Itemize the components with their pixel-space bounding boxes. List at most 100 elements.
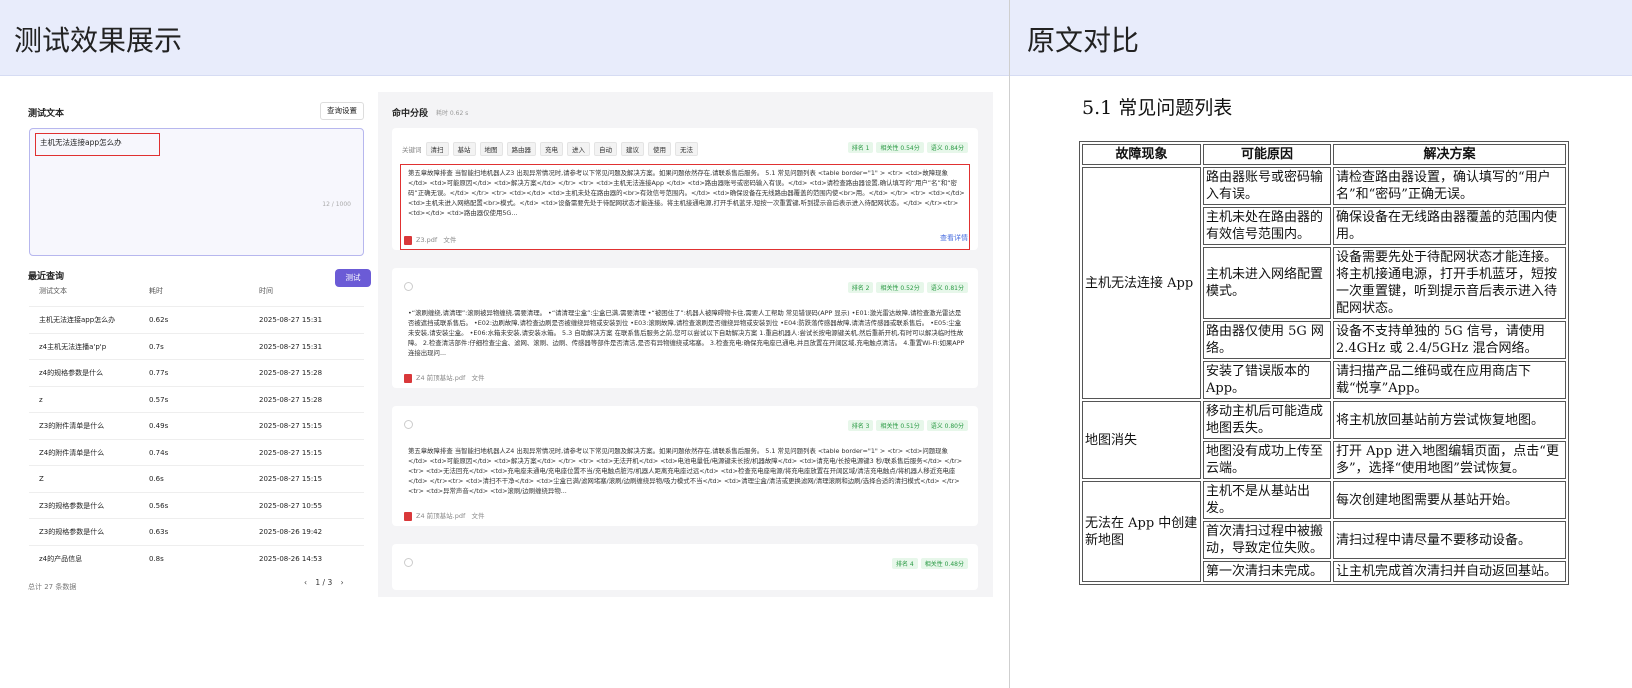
keyword-tag: 自动 xyxy=(594,142,617,156)
view-detail-link[interactable]: 查看详情 xyxy=(940,233,968,243)
rank-badge: 排名 1 xyxy=(847,142,874,153)
hit-file: Z4 前顶基站.pdf 文件 xyxy=(404,510,484,521)
row-query-text: Z3的规格参数是什么 xyxy=(39,528,105,536)
left-panel: 测试文本 查询设置 主机无法连接app怎么办 12 / 1000 测试 最近查询… xyxy=(14,92,378,597)
col-header-time: 耗时 xyxy=(149,287,163,295)
query-settings-button[interactable]: 查询设置 xyxy=(320,102,364,120)
keywords-label: 关键词 xyxy=(402,146,422,154)
right-banner: 原文对比 xyxy=(1010,0,1632,76)
row-duration: 0.7s xyxy=(149,342,164,351)
char-counter: 12 / 1000 xyxy=(322,201,351,208)
recent-query-row[interactable]: z4主机无法连播a'p'p 0.7s 2025-08-27 15:31 xyxy=(29,332,364,359)
hit-file: Z4 前顶基站.pdf 文件 xyxy=(404,372,484,383)
file-type: 文件 xyxy=(471,512,485,520)
next-page-icon[interactable]: › xyxy=(341,578,344,587)
cell-solution: 每次创建地图需要从基站开始。 xyxy=(1333,481,1566,519)
recent-query-row[interactable]: Z4的附件清单是什么 0.74s 2025-08-27 15:15 xyxy=(29,438,364,465)
cell-solution: 请扫描产品二维码或在应用商店下载“悦享”App。 xyxy=(1333,361,1566,399)
score-badges: 排名 2 相关性 0.52分 语义 0.81分 xyxy=(845,282,968,293)
row-timestamp: 2025-08-27 15:31 xyxy=(259,342,323,351)
cell-cause: 路由器账号或密码输入有误。 xyxy=(1203,167,1331,205)
hits-panel: 命中分段 耗时 0.62 s 关键词 清扫 基站 地图 路由器 充电 进入 自动 建议 使用 无法 … xyxy=(392,92,993,597)
file-type: 文件 xyxy=(471,374,485,382)
cell-cause: 地图没有成功上传至云端。 xyxy=(1203,441,1331,479)
original-table-row: 地图消失 移动主机后可能造成地图丢失。 将主机放回基站前方尝试恢复地图。 xyxy=(1082,401,1566,479)
rank-badge: 排名 4 xyxy=(891,558,918,569)
cell-solution: 设备需要先处于待配网状态才能连接。将主机接通电源，打开手机蓝牙，短按一次重置键，… xyxy=(1333,247,1566,319)
score-badges: 排名 4 相关性 0.48分 xyxy=(889,558,968,569)
query-highlight-box xyxy=(35,133,160,156)
query-input[interactable]: 主机无法连接app怎么办 12 / 1000 测试 xyxy=(29,128,371,287)
cell-phenomenon: 主机无法连接 App xyxy=(1082,167,1201,399)
score-badges: 排名 1 相关性 0.54分 语义 0.84分 xyxy=(845,142,968,153)
hit-card: 排名 4 相关性 0.48分 xyxy=(392,544,978,590)
row-timestamp: 2025-08-26 14:53 xyxy=(259,554,323,563)
original-section-title: 5.1 常见问题列表 xyxy=(1082,97,1233,119)
header-cause: 可能原因 xyxy=(1203,144,1331,165)
test-button[interactable]: 测试 xyxy=(335,269,371,287)
relevance-badge: 相关性 0.51分 xyxy=(876,420,924,431)
pdf-icon xyxy=(404,373,412,383)
row-timestamp: 2025-08-27 10:55 xyxy=(259,501,323,510)
left-banner: 测试效果展示 xyxy=(0,0,1009,76)
row-duration: 0.62s xyxy=(149,316,169,324)
recent-query-row[interactable]: Z3的规格参数是什么 0.56s 2025-08-27 10:55 xyxy=(29,491,364,518)
keyword-tag: 使用 xyxy=(648,142,671,156)
keyword-tag: 建议 xyxy=(621,142,644,156)
rank-badge: 排名 3 xyxy=(847,420,874,431)
score-badges: 排名 3 相关性 0.51分 语义 0.80分 xyxy=(845,420,968,431)
recent-query-row[interactable]: 主机无法连接app怎么办 0.62s 2025-08-27 15:31 xyxy=(29,306,364,332)
row-query-text: 主机无法连接app怎么办 xyxy=(39,316,116,324)
total-count: 总计 27 条数据 xyxy=(28,583,77,591)
original-table: 故障现象 可能原因 解决方案 主机无法连接 App 路由器账号或密码输入有误。 请检… xyxy=(1079,141,1569,585)
recent-query-row[interactable]: Z 0.6s 2025-08-27 15:15 xyxy=(29,465,364,491)
cell-solution: 设备不支持单独的 5G 信号，请使用 2.4GHz 或 2.4/5GHz 混合网… xyxy=(1333,321,1566,359)
recent-query-row[interactable]: Z3的附件清单是什么 0.49s 2025-08-27 15:15 xyxy=(29,412,364,438)
hit-snippet: 第五章故障排查 当智能扫地机器人Z3 出现异常情况时,请参考以下常见问题及解决方… xyxy=(408,169,965,217)
recent-queries-title: 最近查询 xyxy=(28,272,65,282)
row-timestamp: 2025-08-27 15:28 xyxy=(259,369,323,377)
cell-solution: 将主机放回基站前方尝试恢复地图。 xyxy=(1333,401,1566,439)
hit-card: 关键词 清扫 基站 地图 路由器 充电 进入 自动 建议 使用 无法 排名 1 相关性 0.54分 语义… xyxy=(392,128,978,250)
cell-cause: 路由器仅使用 5G 网络。 xyxy=(1203,321,1331,359)
row-query-text: Z3的规格参数是什么 xyxy=(39,501,105,510)
row-duration: 0.8s xyxy=(149,554,164,563)
row-query-text: z xyxy=(39,395,43,404)
row-timestamp: 2025-08-27 15:15 xyxy=(259,422,323,430)
cell-phenomenon: 无法在 App 中创建新地图 xyxy=(1082,481,1201,582)
recent-query-row[interactable]: z4的规格参数是什么 0.77s 2025-08-27 15:28 xyxy=(29,359,364,385)
row-query-text: Z4的附件清单是什么 xyxy=(39,448,105,457)
relevance-badge: 相关性 0.52分 xyxy=(876,282,924,293)
header-phenomenon: 故障现象 xyxy=(1082,144,1201,165)
page-indicator: 1 / 3 xyxy=(315,578,333,587)
row-query-text: Z xyxy=(39,475,44,483)
header-solution: 解决方案 xyxy=(1333,144,1566,165)
cell-solution: 让主机完成首次清扫并自动返回基站。 xyxy=(1333,561,1566,582)
cell-phenomenon: 地图消失 xyxy=(1082,401,1201,479)
right-banner-title: 原文对比 xyxy=(1027,24,1140,57)
app-screenshot: 测试文本 查询设置 主机无法连接app怎么办 12 / 1000 测试 最近查询… xyxy=(14,92,993,597)
hit-snippet: 第五章故障排查 当智能扫地机器人Z4 出现异常情况时,请参考以下常见问题及解决方… xyxy=(408,447,963,495)
recent-query-row[interactable]: Z3的规格参数是什么 0.63s 2025-08-26 19:42 xyxy=(29,518,364,544)
row-query-text: z4的产品信息 xyxy=(39,554,83,563)
vertical-divider xyxy=(1009,0,1010,688)
prev-page-icon[interactable]: ‹ xyxy=(304,578,307,587)
keyword-tag: 充电 xyxy=(540,142,563,156)
keyword-tag: 清扫 xyxy=(425,142,449,156)
hit-snippet: •“滚刷缠绕,请清理”:滚刷被异物缠绕,需要清理。 •“请清理尘盒”:尘盒已满,… xyxy=(408,309,965,357)
keyword-list: 关键词 清扫 基站 地图 路由器 充电 进入 自动 建议 使用 无法 xyxy=(402,142,698,156)
keyword-tag: 路由器 xyxy=(506,142,536,156)
recent-query-row[interactable]: z4的产品信息 0.8s 2025-08-26 14:53 xyxy=(29,544,364,571)
row-query-text: z4的规格参数是什么 xyxy=(39,369,104,377)
segment-icon xyxy=(404,282,413,291)
cell-cause: 安装了错误版本的 App。 xyxy=(1203,361,1331,399)
row-duration: 0.74s xyxy=(149,448,169,457)
row-query-text: z4主机无法连播a'p'p xyxy=(39,342,107,351)
file-name: Z4 前顶基站.pdf xyxy=(416,374,466,382)
recent-query-row[interactable]: z 0.57s 2025-08-27 15:28 xyxy=(29,385,364,412)
left-banner-title: 测试效果展示 xyxy=(14,24,183,57)
row-duration: 0.57s xyxy=(149,395,169,404)
col-header-date: 时间 xyxy=(259,287,273,295)
row-timestamp: 2025-08-27 15:15 xyxy=(259,448,323,457)
cell-cause: 移动主机后可能造成地图丢失。 xyxy=(1203,401,1331,439)
